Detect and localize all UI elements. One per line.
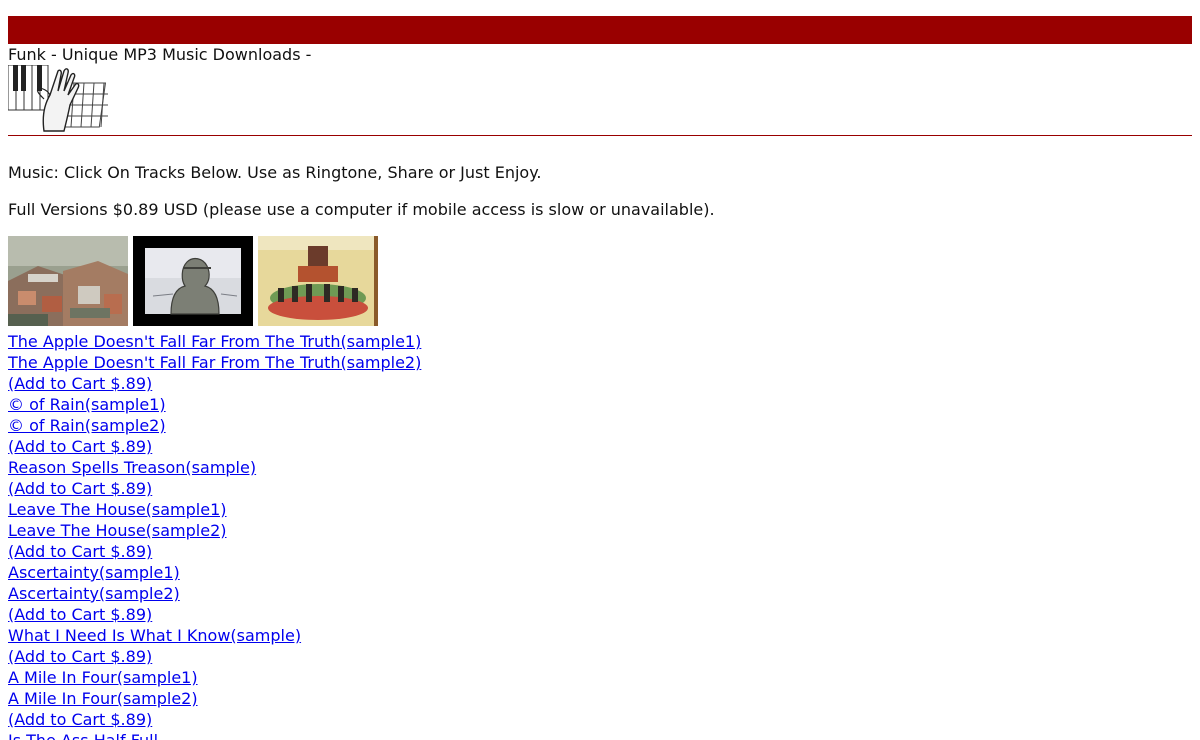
track-link-what-i-need[interactable]: What I Need Is What I Know(sample)	[8, 625, 708, 646]
add-to-cart-link[interactable]: (Add to Cart $.89)	[8, 604, 708, 625]
divider	[8, 135, 1192, 136]
track-link-rain-sample1[interactable]: © of Rain(sample1)	[8, 394, 708, 415]
album-covers	[8, 236, 378, 326]
page: Funk - Unique MP3 Music Downloads - Musi…	[0, 0, 1200, 740]
track-link-mile-in-four-sample2[interactable]: A Mile In Four(sample2)	[8, 688, 708, 709]
track-link-ascertainty-sample1[interactable]: Ascertainty(sample1)	[8, 562, 708, 583]
add-to-cart-link[interactable]: (Add to Cart $.89)	[8, 478, 708, 499]
track-link-reason-spells-treason[interactable]: Reason Spells Treason(sample)	[8, 457, 708, 478]
track-link-ass-half-full[interactable]: Is The Ass Half Full	[8, 730, 708, 740]
add-to-cart-link[interactable]: (Add to Cart $.89)	[8, 373, 708, 394]
track-list: The Apple Doesn't Fall Far From The Trut…	[8, 331, 708, 740]
add-to-cart-link[interactable]: (Add to Cart $.89)	[8, 436, 708, 457]
site-title: Funk - Unique MP3 Music Downloads -	[8, 45, 312, 64]
add-to-cart-link[interactable]: (Add to Cart $.89)	[8, 646, 708, 667]
header-bar	[8, 16, 1192, 44]
track-link-mile-in-four-sample1[interactable]: A Mile In Four(sample1)	[8, 667, 708, 688]
track-link-leave-house-sample2[interactable]: Leave The House(sample2)	[8, 520, 708, 541]
album-cover-painted-crowd[interactable]	[258, 236, 378, 326]
sketch-figure-art	[133, 236, 253, 326]
add-to-cart-link[interactable]: (Add to Cart $.89)	[8, 541, 708, 562]
track-link-leave-house-sample1[interactable]: Leave The House(sample1)	[8, 499, 708, 520]
track-link-apple-sample1[interactable]: The Apple Doesn't Fall Far From The Trut…	[8, 331, 708, 352]
track-link-rain-sample2[interactable]: © of Rain(sample2)	[8, 415, 708, 436]
album-cover-sketch-figure[interactable]	[133, 236, 253, 326]
track-link-apple-sample2[interactable]: The Apple Doesn't Fall Far From The Trut…	[8, 352, 708, 373]
album-cover-city-rooftops[interactable]	[8, 236, 128, 326]
pricing-text: Full Versions $0.89 USD (please use a co…	[8, 200, 715, 219]
intro-text: Music: Click On Tracks Below. Use as Rin…	[8, 163, 542, 182]
add-to-cart-link[interactable]: (Add to Cart $.89)	[8, 709, 708, 730]
city-rooftops-art	[8, 236, 128, 326]
track-link-ascertainty-sample2[interactable]: Ascertainty(sample2)	[8, 583, 708, 604]
painted-crowd-art	[258, 236, 378, 326]
piano-hand-logo-art	[7, 64, 108, 132]
piano-hand-logo[interactable]	[7, 64, 108, 132]
